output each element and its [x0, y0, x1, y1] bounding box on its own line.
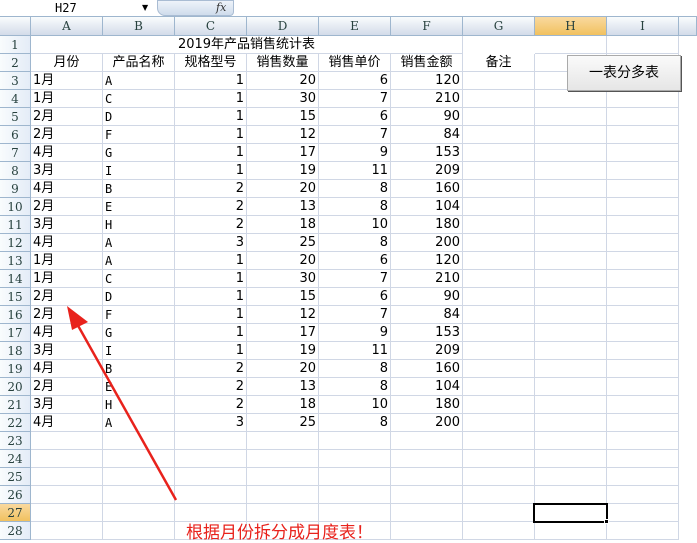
red-arrow-annotation — [67, 306, 178, 501]
annotation-text: 根据月份拆分成月度表！ — [186, 523, 373, 543]
